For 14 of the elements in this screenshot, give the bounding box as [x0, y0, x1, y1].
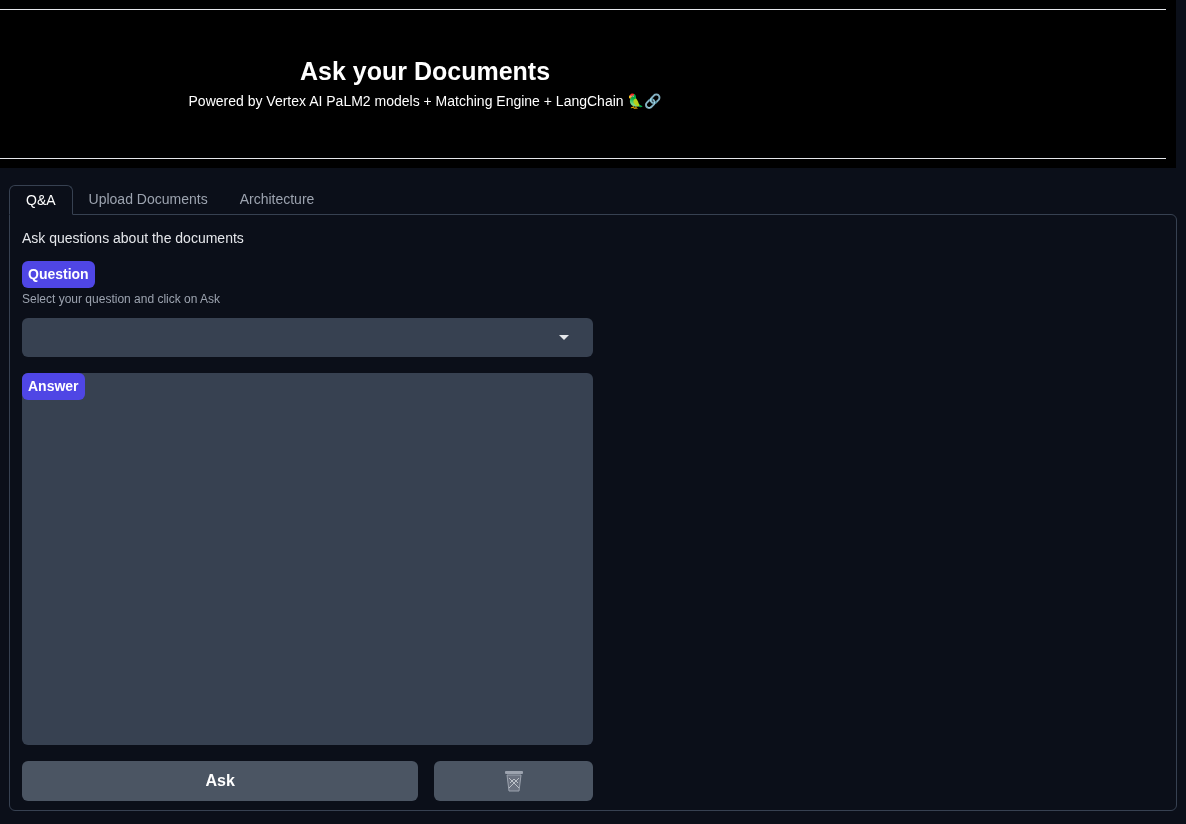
app-title: Ask your Documents	[299, 55, 551, 87]
app-subtitle: Powered by Vertex AI PaLM2 models + Matching Engine + LangChain 🦜🔗	[188, 92, 662, 112]
tab[interactable]: Architecture	[223, 184, 331, 214]
ask-button[interactable]: Ask	[22, 761, 419, 801]
trash-icon	[503, 770, 524, 792]
answer-label: Answer	[22, 373, 85, 400]
clear-button[interactable]	[434, 761, 593, 801]
answer-box[interactable]: Answer	[22, 373, 593, 745]
tab[interactable]: Q&A	[9, 185, 73, 215]
question-label: Question	[22, 261, 95, 288]
question-hint: Select your question and click on Ask	[22, 291, 222, 308]
intro-text: Ask questions about the documents	[22, 229, 245, 248]
tab[interactable]: Upload Documents	[72, 184, 224, 214]
caret-icon	[559, 335, 569, 340]
